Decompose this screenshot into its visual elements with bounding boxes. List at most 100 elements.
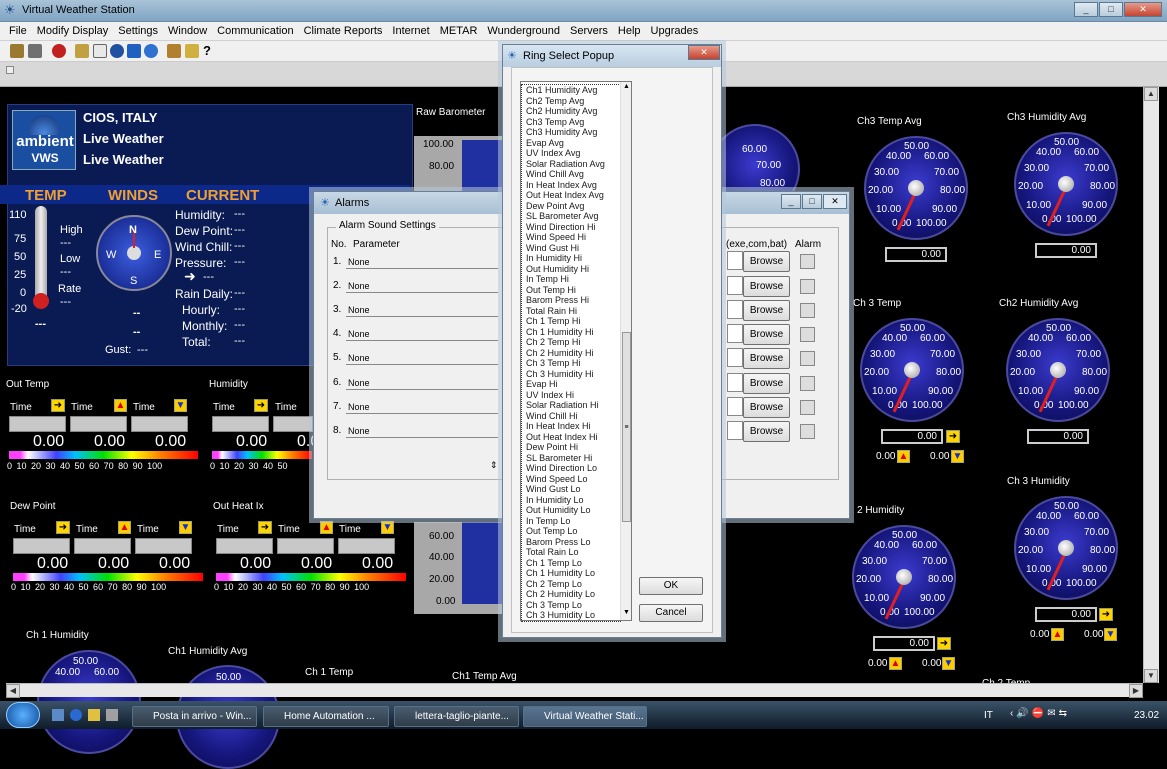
ch3-humidity-up-icon[interactable]: ▲	[1051, 628, 1064, 641]
task-document[interactable]: lettera-taglio-piante...	[394, 706, 519, 727]
menu-settings[interactable]: Settings	[113, 22, 163, 37]
ring-list-item[interactable]: Total Rain Hi	[522, 306, 620, 317]
alarm-path-field[interactable]	[727, 300, 743, 319]
task-vws[interactable]: Virtual Weather Stati...	[523, 706, 647, 727]
alarm-checkbox[interactable]	[800, 303, 815, 318]
browse-button[interactable]: Browse	[743, 397, 790, 418]
ring-list-item[interactable]: Out Humidity Hi	[522, 264, 620, 275]
quicklaunch-desktop-icon[interactable]	[52, 709, 64, 721]
alarm-checkbox[interactable]	[800, 327, 815, 342]
alarm-param-select[interactable]: None	[346, 255, 498, 269]
alarm-checkbox[interactable]	[800, 351, 815, 366]
ring-scroll-up-icon[interactable]: ▲	[622, 83, 631, 93]
menu-communication[interactable]: Communication	[212, 22, 298, 37]
ring-list-item[interactable]: Out Heat Index Hi	[522, 432, 620, 443]
alarms-close-button[interactable]: ✕	[823, 194, 847, 209]
scroll-left-icon[interactable]: ◀	[6, 684, 20, 698]
ch3-temp-up-icon[interactable]: ▲	[897, 450, 910, 463]
vertical-scrollbar[interactable]: ▲ ▼	[1143, 87, 1159, 683]
start-button[interactable]	[6, 702, 40, 728]
dew-arrow-icon[interactable]: ➜	[56, 521, 70, 534]
maximize-button[interactable]: □	[1099, 2, 1123, 17]
task-mail[interactable]: Posta in arrivo - Win...	[132, 706, 257, 727]
alarm-checkbox[interactable]	[800, 424, 815, 439]
ring-list-item[interactable]: Evap Avg	[522, 138, 620, 149]
menu-help[interactable]: Help	[613, 22, 646, 37]
browse-button[interactable]: Browse	[743, 421, 790, 442]
ring-list-item[interactable]: Total Rain Lo	[522, 547, 620, 558]
alarm-param-select[interactable]: None	[346, 424, 498, 438]
open-icon[interactable]	[10, 44, 24, 58]
ring-parameter-list[interactable]: Ch1 Humidity Avg Ch2 Temp Avg Ch2 Humidity…	[520, 81, 632, 622]
ring-list-item[interactable]: In Humidity Lo	[522, 495, 620, 506]
alarm-checkbox[interactable]	[800, 279, 815, 294]
internet-icon[interactable]	[144, 44, 158, 58]
menu-climate-reports[interactable]: Climate Reports	[299, 22, 388, 37]
ring-list-item[interactable]: In Temp Lo	[522, 516, 620, 527]
ring-list-item[interactable]: Wind Gust Hi	[522, 243, 620, 254]
menu-file[interactable]: File	[4, 22, 32, 37]
ring-list-item[interactable]: Ch 3 Humidity Lo	[522, 610, 620, 621]
ring-list-item[interactable]: In Heat Index Hi	[522, 421, 620, 432]
menu-window[interactable]: Window	[163, 22, 212, 37]
alarm-checkbox[interactable]	[800, 254, 815, 269]
ring-scroll-down-icon[interactable]: ▼	[622, 609, 631, 619]
ring-list-item[interactable]: Ch 3 Temp Lo	[522, 600, 620, 611]
out-temp-up-icon[interactable]: ▲	[114, 399, 127, 412]
cancel-button[interactable]: Cancel	[639, 604, 703, 622]
upload-icon[interactable]	[127, 44, 141, 58]
quicklaunch-media-icon[interactable]	[88, 709, 100, 721]
ring-list-item[interactable]: Wind Direction Lo	[522, 463, 620, 474]
ring-list-item[interactable]: Ch 1 Humidity Lo	[522, 568, 620, 579]
browse-button[interactable]: Browse	[743, 300, 790, 321]
alarm-path-field[interactable]	[727, 397, 743, 416]
dew-down-icon[interactable]: ▼	[179, 521, 192, 534]
alarm-path-field[interactable]	[727, 276, 743, 295]
window-icon[interactable]	[93, 44, 107, 58]
browse-button[interactable]: Browse	[743, 324, 790, 345]
ring-list-item[interactable]: Ch 1 Temp Lo	[522, 558, 620, 569]
ring-list-item[interactable]: Out Temp Lo	[522, 526, 620, 537]
alarm-path-field[interactable]	[727, 421, 743, 440]
ring-list-item[interactable]: Ch 1 Humidity Hi	[522, 327, 620, 338]
language-indicator[interactable]: IT	[984, 710, 993, 721]
ring-list-item[interactable]: Solar Radiation Hi	[522, 400, 620, 411]
ring-list-item[interactable]: Ch 1 Temp Hi	[522, 316, 620, 327]
ch3-humidity-arrow-icon[interactable]: ➜	[1099, 608, 1113, 621]
heat-arrow-icon[interactable]: ➜	[258, 521, 272, 534]
out-temp-down-icon[interactable]: ▼	[174, 399, 187, 412]
alarm-path-field[interactable]	[727, 251, 743, 270]
menu-metar[interactable]: METAR	[435, 22, 483, 37]
menu-internet[interactable]: Internet	[387, 22, 434, 37]
alarms-spin-icon[interactable]: ⇕	[490, 460, 498, 476]
ring-list-item[interactable]: Wind Chill Hi	[522, 411, 620, 422]
about-icon[interactable]	[185, 44, 199, 58]
alarm-param-select[interactable]: None	[346, 400, 498, 414]
ring-list-item[interactable]: Ch 3 Humidity Hi	[522, 369, 620, 380]
ring-list-item[interactable]: UV Index Hi	[522, 390, 620, 401]
ring-list-item[interactable]: Barom Press Lo	[522, 537, 620, 548]
ring-close-button[interactable]: ✕	[688, 45, 720, 60]
alarm-param-select[interactable]: None	[346, 376, 498, 390]
alarms-minimize-button[interactable]: _	[781, 194, 801, 209]
ring-list-item[interactable]: Ch3 Temp Avg	[522, 117, 620, 128]
alarm-param-select[interactable]: None	[346, 327, 498, 341]
tray-icons[interactable]: ‹🔊⛔✉⇆	[1010, 708, 1125, 722]
close-button[interactable]: ✕	[1124, 2, 1162, 17]
ch3-temp-down-icon[interactable]: ▼	[951, 450, 964, 463]
ring-list-item[interactable]: Out Humidity Lo	[522, 505, 620, 516]
quicklaunch-folder-icon[interactable]	[106, 709, 118, 721]
menu-upgrades[interactable]: Upgrades	[646, 22, 704, 37]
ch2-humidity-down-icon[interactable]: ▼	[942, 657, 955, 670]
ring-list-item[interactable]: Ch2 Humidity Avg	[522, 106, 620, 117]
scroll-down-icon[interactable]: ▼	[1144, 669, 1158, 683]
ring-list-item[interactable]: Ch2 Temp Avg	[522, 96, 620, 107]
browse-button[interactable]: Browse	[743, 348, 790, 369]
ring-list-item[interactable]: Wind Chill Avg	[522, 169, 620, 180]
ring-list-item[interactable]: Ch 2 Temp Hi	[522, 337, 620, 348]
record-icon[interactable]	[52, 44, 66, 58]
minimize-button[interactable]: _	[1074, 2, 1098, 17]
out-temp-arrow-icon[interactable]: ➜	[51, 399, 65, 412]
scroll-up-icon[interactable]: ▲	[1144, 87, 1158, 101]
alarm-param-select[interactable]: None	[346, 351, 498, 365]
